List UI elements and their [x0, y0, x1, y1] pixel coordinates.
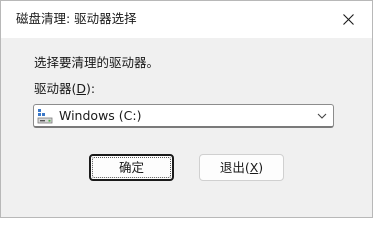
ok-button-label: 确定: [118, 160, 144, 175]
chevron-down-icon: [317, 113, 327, 119]
ok-button[interactable]: 确定: [89, 154, 174, 181]
exit-label-accelerator: X: [249, 160, 259, 175]
close-button[interactable]: [326, 1, 372, 38]
title-bar: 磁盘清理: 驱动器选择: [1, 1, 372, 38]
drive-select-value: Windows (C:): [59, 108, 142, 123]
window-title: 磁盘清理: 驱动器选择: [16, 11, 137, 26]
exit-button-label: 退出(X): [200, 160, 283, 176]
exit-label-suffix: ): [258, 160, 264, 175]
drive-label-prefix: 驱动器(: [34, 81, 77, 96]
exit-label-prefix: 退出(: [219, 160, 250, 175]
drive-label-accelerator: D: [76, 81, 87, 96]
drive-label-suffix: ):: [86, 81, 96, 96]
drive-icon: [37, 109, 53, 124]
instruction-text: 选择要清理的驱动器。: [34, 55, 160, 70]
disk-cleanup-dialog: 磁盘清理: 驱动器选择 选择要清理的驱动器。 驱动器(D): Windows (…: [0, 0, 373, 218]
exit-button[interactable]: 退出(X): [199, 154, 284, 181]
close-icon: [343, 14, 354, 25]
drive-select[interactable]: Windows (C:): [33, 104, 334, 128]
drive-label: 驱动器(D):: [34, 81, 95, 97]
